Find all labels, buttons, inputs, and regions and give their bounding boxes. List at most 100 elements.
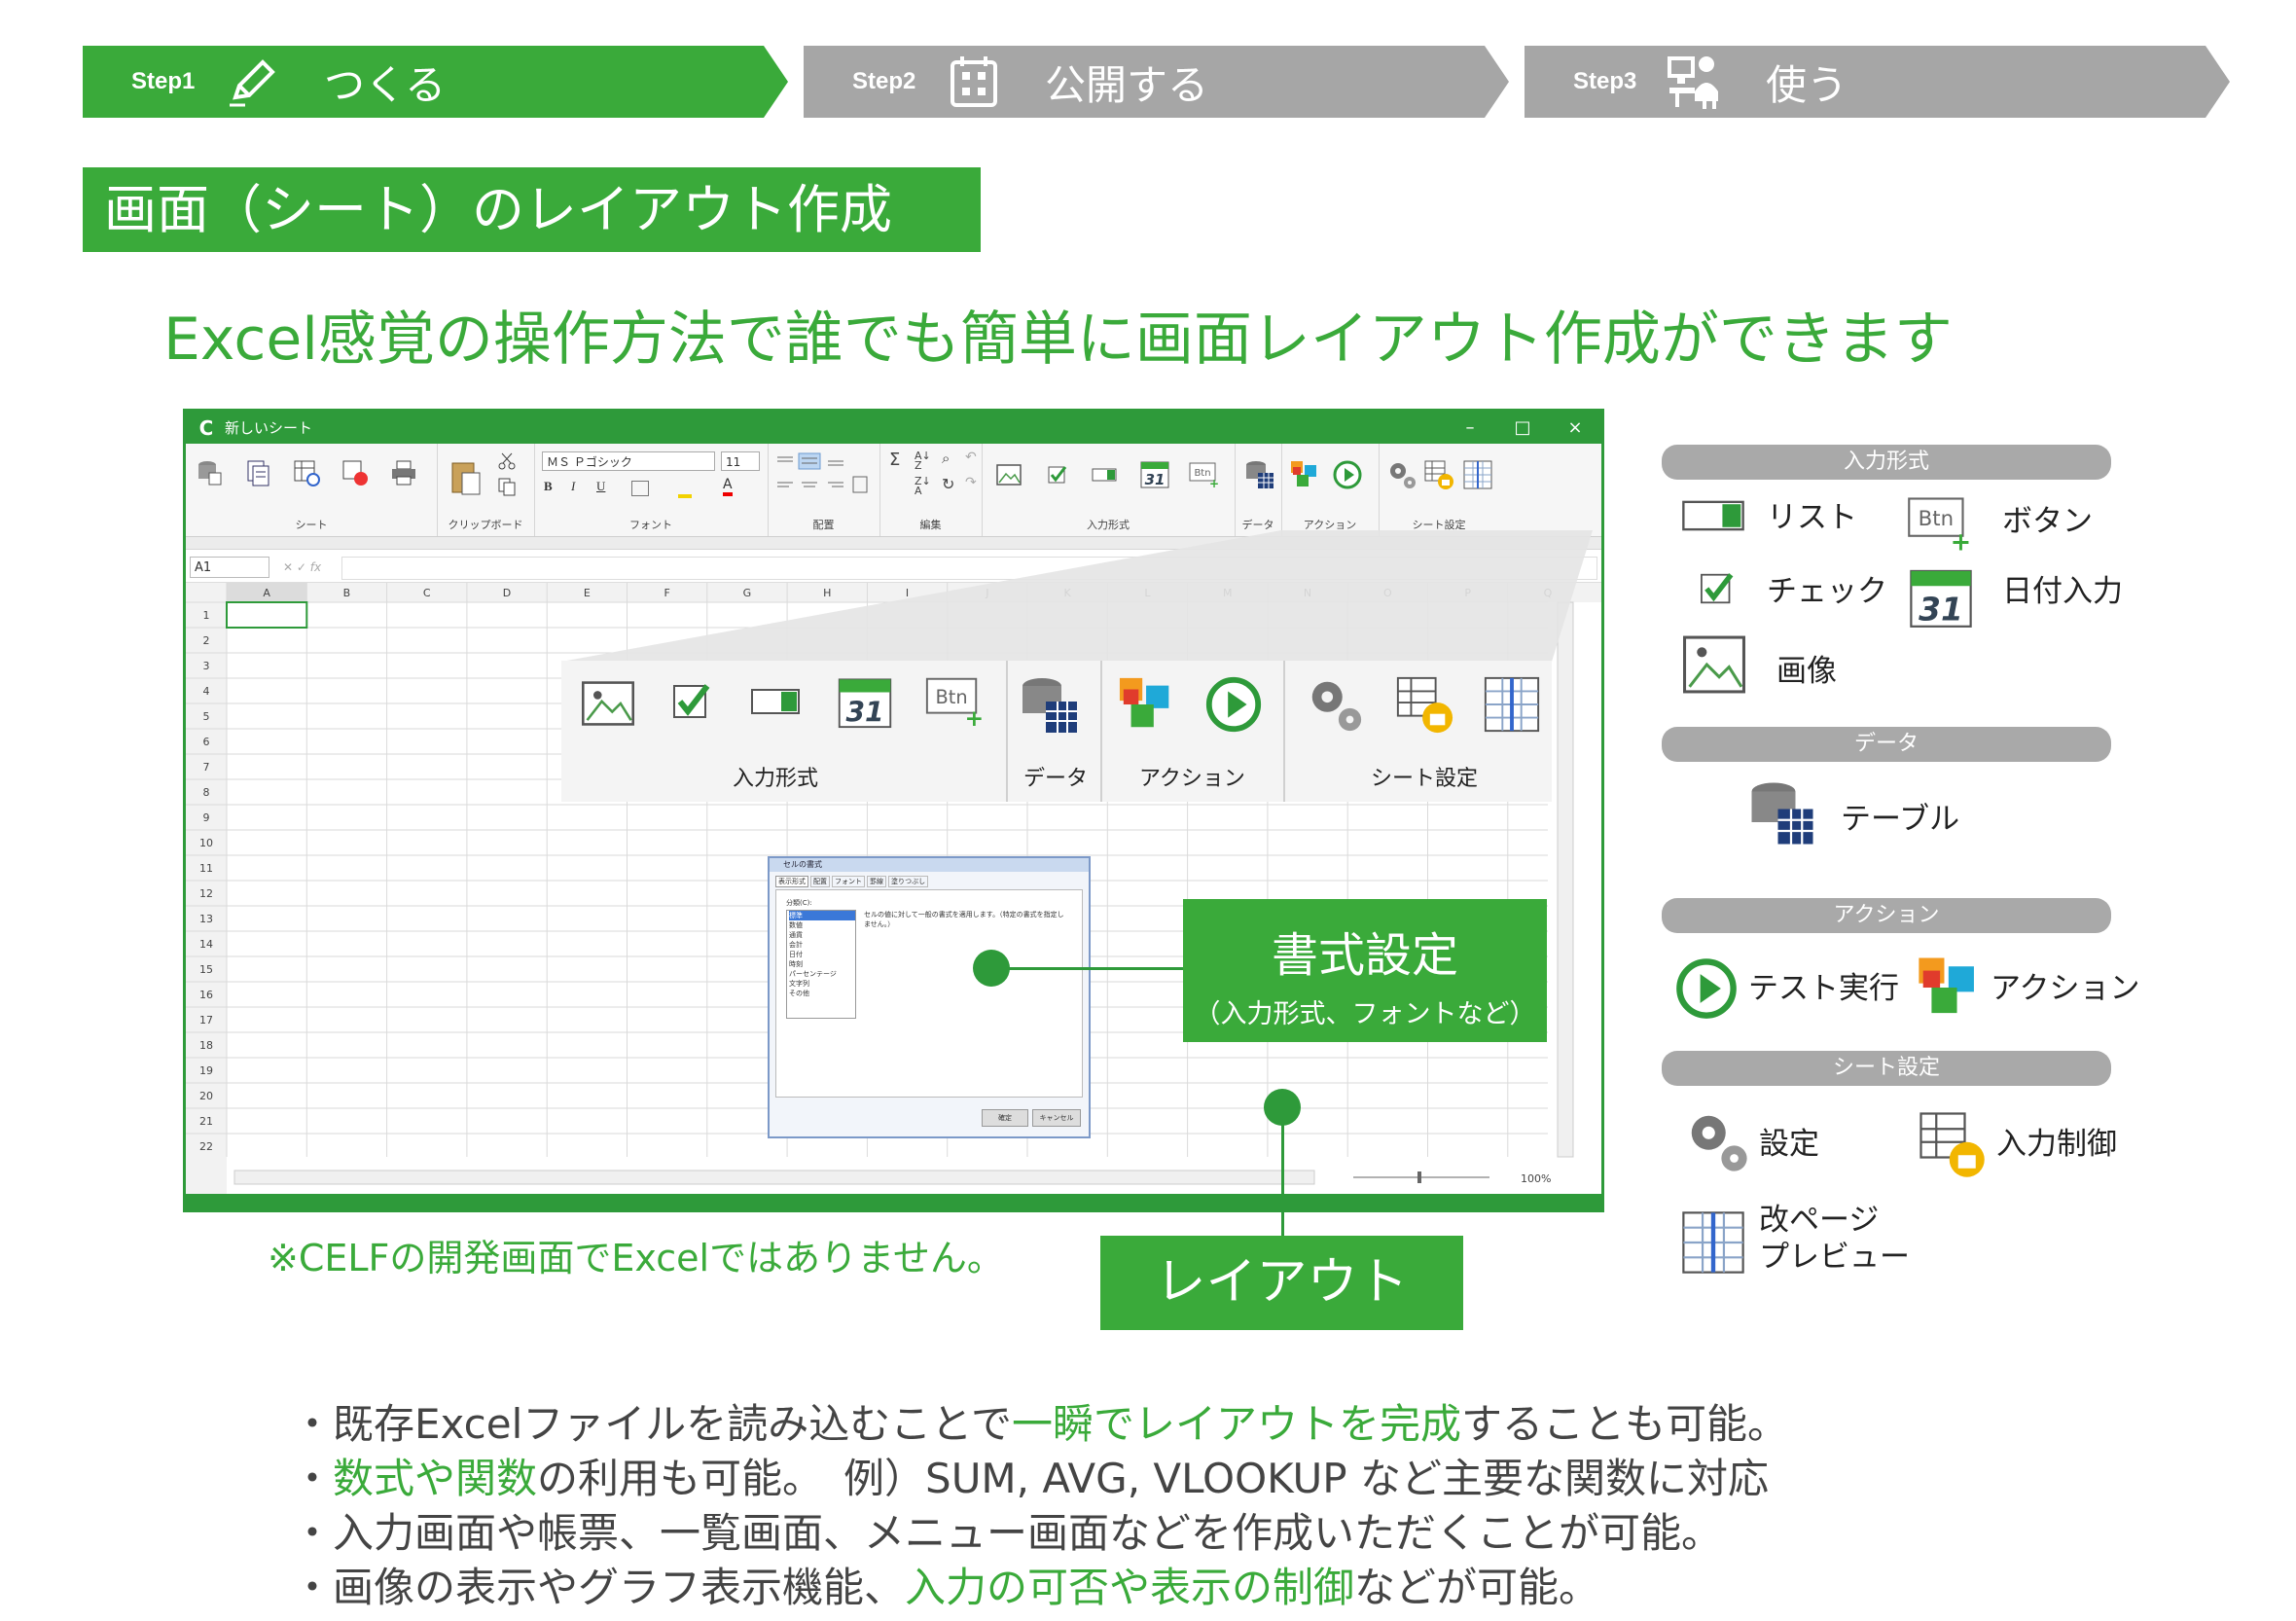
sheet-import-icon[interactable] [341, 459, 369, 486]
fill-color-icon[interactable] [678, 479, 692, 498]
tab-number[interactable]: 表示形式 [775, 876, 808, 887]
row-header[interactable]: 16 [199, 989, 213, 1001]
tab-border[interactable]: 罫線 [867, 876, 886, 887]
bullet-highlight: 一瞬でレイアウトを完成 [1012, 1400, 1462, 1448]
row-header[interactable]: 14 [199, 938, 213, 951]
disclaimer-note: ※CELFの開発画面でExcelではありません。 [268, 1237, 1004, 1279]
redo-icon[interactable]: ↷ [965, 475, 977, 490]
sort-az-icon[interactable]: A↓ Z [915, 450, 931, 471]
list-item[interactable]: 時刻 [789, 959, 855, 969]
font-size-select[interactable]: 11 [721, 451, 760, 471]
input-control-lock-icon[interactable] [1423, 459, 1454, 490]
underline-button[interactable]: U [596, 479, 605, 494]
table-db-icon[interactable] [1244, 459, 1275, 490]
cell-reference-box[interactable]: A1 [190, 557, 269, 578]
row-header[interactable]: 5 [203, 710, 210, 723]
list-item[interactable]: 通貨 [789, 930, 855, 940]
row-header[interactable]: 3 [203, 660, 210, 672]
copy-sheet-icon[interactable] [244, 459, 271, 486]
list-item[interactable]: 日付 [789, 950, 855, 959]
align-icons[interactable] [775, 451, 873, 500]
gears-icon [1691, 1115, 1747, 1171]
button-control-icon[interactable]: Btn+ [1188, 461, 1219, 488]
undo-icon[interactable]: ↶ [965, 450, 977, 465]
page-break-preview-icon[interactable] [1462, 459, 1493, 490]
list-item[interactable]: 数値 [789, 920, 855, 930]
row-header[interactable]: 20 [199, 1090, 213, 1102]
ribbon-group-label: クリップボード [448, 519, 523, 531]
sheet-clock-icon[interactable] [293, 459, 320, 486]
row-header[interactable]: 10 [199, 837, 213, 849]
row-header[interactable]: 9 [203, 811, 210, 824]
column-header[interactable]: C [423, 587, 431, 599]
row-header[interactable]: 7 [203, 761, 210, 774]
minimize-button[interactable]: – [1444, 417, 1496, 438]
list-icon[interactable] [1091, 461, 1118, 488]
refresh-icon[interactable]: ↻ [942, 475, 954, 493]
horizontal-scrollbar [233, 1170, 1315, 1185]
row-header[interactable]: 6 [203, 736, 210, 748]
cancel-button[interactable]: キャンセル [1032, 1109, 1081, 1127]
border-icon[interactable] [631, 481, 649, 496]
category-list[interactable]: 標準 数値 通貨 会計 日付 時刻 パーセンテージ 文字列 その他 [786, 910, 856, 1019]
step-number: Step2 [852, 68, 916, 94]
sum-icon[interactable]: Σ [889, 450, 900, 470]
ribbon: シート クリップボード ＭＳ Ｐゴシック 11 B I U A フォント 配置 … [186, 444, 1601, 537]
copy-icon[interactable] [497, 477, 517, 496]
row-header[interactable]: 18 [199, 1039, 213, 1052]
group-divider [1006, 661, 1008, 802]
tab-font[interactable]: フォント [832, 876, 865, 887]
play-icon[interactable] [1332, 459, 1363, 490]
step-number: Step1 [131, 68, 196, 94]
font-color-icon[interactable]: A [723, 477, 733, 496]
svg-text:31: 31 [1145, 471, 1166, 488]
italic-button[interactable]: I [571, 479, 575, 494]
tab-alignment[interactable]: 配置 [810, 876, 830, 887]
font-name-select[interactable]: ＭＳ Ｐゴシック [542, 451, 715, 471]
row-header[interactable]: 19 [199, 1064, 213, 1077]
bold-button[interactable]: B [544, 479, 553, 494]
bullet-text: ・ [292, 1455, 334, 1502]
database-sheet-icon[interactable] [196, 459, 223, 486]
maximize-button[interactable]: □ [1496, 417, 1549, 438]
sort-za-icon[interactable]: Z↓ A [915, 476, 931, 496]
bullet-line-1: ・既存Excelファイルを読み込むことで一瞬でレイアウトを完成することも可能。 [292, 1391, 1788, 1451]
find-icon[interactable]: ⌕ [942, 450, 950, 467]
row-header[interactable]: 21 [199, 1115, 213, 1128]
row-header[interactable]: 22 [199, 1140, 213, 1153]
close-button[interactable]: × [1549, 417, 1601, 438]
list-item[interactable]: 会計 [789, 940, 855, 950]
column-header[interactable]: B [343, 587, 351, 599]
list-item[interactable]: 標準 [789, 911, 855, 920]
row-header[interactable]: 13 [199, 913, 213, 925]
row-header[interactable]: 4 [203, 685, 210, 698]
format-settings-callout: 書式設定 （入力形式、フォントなど） [1183, 899, 1547, 1042]
calendar-icon[interactable]: 31 [1139, 457, 1170, 488]
list-item[interactable]: その他 [789, 989, 855, 998]
list-item[interactable]: パーセンテージ [789, 969, 855, 979]
ok-button[interactable]: 確定 [982, 1109, 1028, 1127]
action-blocks-icon[interactable] [1289, 459, 1322, 490]
row-header[interactable]: 12 [199, 887, 213, 900]
row-header[interactable]: 15 [199, 963, 213, 976]
image-icon[interactable] [995, 461, 1022, 488]
status-strip [186, 1194, 1601, 1209]
row-header[interactable]: 8 [203, 786, 210, 799]
column-header[interactable]: A [263, 587, 270, 599]
cut-icon[interactable] [497, 451, 517, 471]
row-header[interactable]: 17 [199, 1014, 213, 1027]
formula-buttons[interactable]: ✕ ✓ fx [283, 557, 334, 578]
step-label: 使う [1766, 60, 1848, 109]
tab-fill[interactable]: 塗りつぶし [888, 876, 929, 887]
row-header[interactable]: 2 [203, 634, 210, 647]
row-header[interactable]: 11 [199, 862, 213, 875]
list-item[interactable]: 文字列 [789, 979, 855, 989]
column-header[interactable]: D [503, 587, 511, 599]
gears-icon[interactable] [1386, 459, 1417, 490]
step-number: Step3 [1573, 68, 1637, 94]
row-header[interactable]: 1 [203, 609, 210, 622]
print-icon[interactable] [390, 459, 417, 486]
input-control-lock-icon [1919, 1112, 1985, 1177]
paste-icon[interactable] [448, 459, 482, 498]
check-icon[interactable] [1044, 461, 1071, 488]
